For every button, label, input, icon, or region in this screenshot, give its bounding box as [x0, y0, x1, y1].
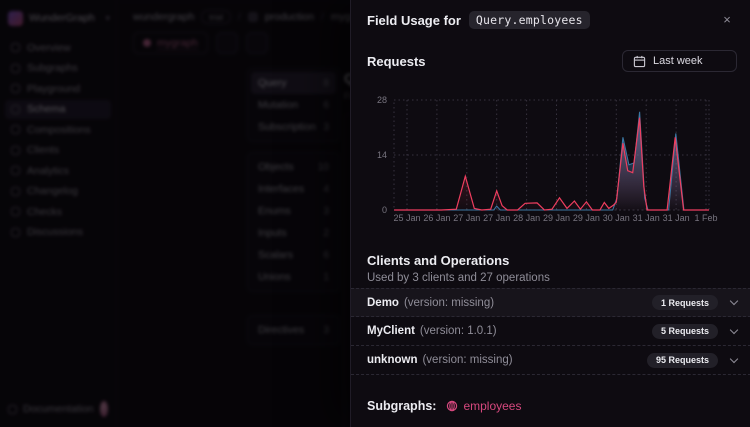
axis-tick-label: 0	[382, 205, 387, 215]
drawer-title: Field Usage for	[367, 13, 461, 28]
axis-tick-label: 25 Jan	[393, 213, 420, 223]
client-row-unknown[interactable]: unknown (version: missing) 95 Requests	[351, 346, 750, 375]
subgraph-link-employees[interactable]: employees	[446, 399, 521, 413]
axis-tick-label: 28	[377, 95, 387, 105]
axis-tick-label: 31 Jan	[663, 213, 690, 223]
modal-overlay[interactable]	[0, 0, 350, 427]
subgraph-icon	[446, 400, 458, 412]
axis-tick-label: 27 Jan	[453, 213, 480, 223]
axis-tick-label: 30 Jan	[603, 213, 630, 223]
drawer-header: Field Usage for Query.employees	[367, 11, 714, 29]
requests-header-row: Requests Last week	[367, 50, 737, 72]
client-version: (version: 1.0.1)	[420, 325, 497, 337]
date-range-label: Last week	[653, 55, 703, 67]
clients-heading: Clients and Operations	[367, 253, 509, 268]
axis-tick-label: 31 Jan	[633, 213, 660, 223]
requests-count-badge: 5 Requests	[652, 324, 718, 339]
axis-tick-label: 1 Feb	[694, 213, 717, 223]
client-version: (version: missing)	[422, 354, 512, 366]
axis-tick-label: 29 Jan	[573, 213, 600, 223]
requests-chart: 0142825 Jan26 Jan27 Jan27 Jan28 Jan29 Ja…	[363, 84, 735, 224]
chevron-down-icon[interactable]	[730, 354, 738, 362]
axis-tick-label: 26 Jan	[423, 213, 450, 223]
client-name: unknown	[367, 354, 417, 366]
axis-tick-label: 27 Jan	[483, 213, 510, 223]
field-coordinate-badge: Query.employees	[469, 11, 590, 29]
axis-tick-label: 28 Jan	[513, 213, 540, 223]
requests-count-badge: 1 Requests	[652, 295, 718, 310]
field-usage-drawer: Field Usage for Query.employees × Reques…	[350, 0, 750, 427]
client-version: (version: missing)	[404, 297, 494, 309]
clients-subtitle: Used by 3 clients and 27 operations	[367, 272, 550, 284]
close-icon[interactable]: ×	[717, 10, 737, 30]
subgraphs-label: Subgraphs:	[367, 399, 436, 413]
client-row-demo[interactable]: Demo (version: missing) 1 Requests	[351, 288, 750, 317]
requests-heading: Requests	[367, 54, 426, 69]
axis-tick-label: 29 Jan	[543, 213, 570, 223]
client-list: Demo (version: missing) 1 Requests MyClient…	[351, 288, 750, 375]
subgraphs-row: Subgraphs: employees	[367, 399, 521, 413]
subgraph-link-label: employees	[463, 399, 521, 413]
client-name: Demo	[367, 297, 399, 309]
date-range-button[interactable]: Last week	[622, 50, 737, 72]
calendar-icon	[633, 55, 646, 68]
client-row-myclient[interactable]: MyClient (version: 1.0.1) 5 Requests	[351, 317, 750, 346]
app-root: wundergraph trial / production / mygraph…	[0, 0, 750, 427]
client-name: MyClient	[367, 325, 415, 337]
requests-count-badge: 95 Requests	[647, 353, 718, 368]
axis-tick-label: 14	[377, 150, 387, 160]
chevron-down-icon[interactable]	[730, 325, 738, 333]
chevron-down-icon[interactable]	[730, 297, 738, 305]
